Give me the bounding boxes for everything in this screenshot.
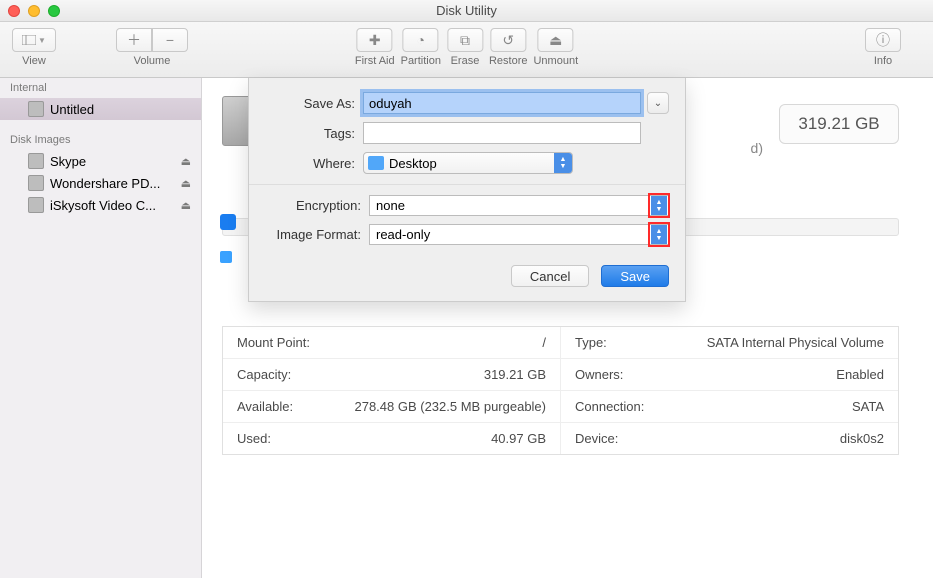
saveas-label: Save As: bbox=[265, 96, 355, 111]
info-row: Mount Point:/ bbox=[223, 327, 560, 359]
restore-icon: ↺ bbox=[502, 32, 514, 49]
save-button[interactable]: Save bbox=[601, 265, 669, 287]
plus-icon: ＋ bbox=[127, 30, 141, 50]
where-label: Where: bbox=[265, 156, 355, 171]
firstaid-button[interactable]: ✚ bbox=[357, 28, 393, 52]
window-title: Disk Utility bbox=[0, 3, 933, 18]
unmount-label: Unmount bbox=[533, 55, 578, 67]
eject-icon[interactable]: ⏏ bbox=[181, 199, 191, 212]
eject-icon[interactable]: ⏏ bbox=[181, 177, 191, 190]
sidebar-item-skype[interactable]: Skype ⏏ bbox=[0, 150, 201, 172]
info-label: Info bbox=[874, 55, 892, 67]
sidebar: Internal Untitled Disk Images Skype ⏏ Wo… bbox=[0, 78, 202, 578]
volume-add-button[interactable]: ＋ bbox=[116, 28, 152, 52]
subtitle-fragment: d) bbox=[751, 140, 763, 156]
firstaid-label: First Aid bbox=[355, 55, 395, 67]
view-label: View bbox=[22, 55, 46, 67]
sidebar-item-untitled[interactable]: Untitled bbox=[0, 98, 201, 120]
where-value: Desktop bbox=[389, 156, 437, 171]
pie-icon: ◔ bbox=[417, 32, 425, 48]
erase-icon: ⧉ bbox=[460, 32, 470, 49]
updown-icon: ▲▼ bbox=[554, 153, 572, 173]
capacity-pill: 319.21 GB bbox=[779, 104, 899, 144]
updown-icon: ▲▼ bbox=[651, 196, 667, 215]
folder-icon bbox=[368, 156, 384, 170]
eject-icon[interactable]: ⏏ bbox=[181, 155, 191, 168]
info-row: Available:278.48 GB (232.5 MB purgeable) bbox=[223, 391, 560, 423]
tags-input[interactable] bbox=[363, 122, 641, 144]
dmg-icon bbox=[28, 153, 44, 169]
info-row: Owners:Enabled bbox=[561, 359, 898, 391]
info-row: Connection:SATA bbox=[561, 391, 898, 423]
format-value: read-only bbox=[376, 227, 430, 242]
info-row: Used:40.97 GB bbox=[223, 423, 560, 454]
stethoscope-icon: ✚ bbox=[369, 32, 381, 49]
dmg-icon bbox=[28, 175, 44, 191]
sidebar-item-iskysoft[interactable]: iSkysoft Video C... ⏏ bbox=[0, 194, 201, 216]
erase-button[interactable]: ⧉ bbox=[447, 28, 483, 52]
partition-label: Partition bbox=[401, 55, 441, 67]
legend-swatch-1 bbox=[220, 214, 236, 230]
sidebar-item-label: Untitled bbox=[50, 102, 94, 117]
info-row: Capacity:319.21 GB bbox=[223, 359, 560, 391]
sidebar-header-diskimages: Disk Images bbox=[0, 130, 201, 150]
format-label: Image Format: bbox=[265, 227, 361, 242]
encryption-label: Encryption: bbox=[265, 198, 361, 213]
view-button[interactable]: ▼ bbox=[12, 28, 56, 52]
info-row: Device:disk0s2 bbox=[561, 423, 898, 454]
info-icon: ⓘ bbox=[876, 30, 890, 50]
toolbar: ▼ View ＋ − Volume ✚ First Aid ◔ Partitio… bbox=[0, 22, 933, 78]
sidebar-item-label: Wondershare PD... bbox=[50, 176, 160, 191]
sidebar-item-wondershare[interactable]: Wondershare PD... ⏏ bbox=[0, 172, 201, 194]
info-button[interactable]: ⓘ bbox=[865, 28, 901, 52]
save-sheet: Save As: ⌄ Tags: Where: Desktop ▲▼ Encry… bbox=[248, 78, 686, 302]
restore-button[interactable]: ↺ bbox=[490, 28, 526, 52]
sidebar-icon bbox=[22, 35, 36, 45]
volume-remove-button[interactable]: − bbox=[152, 28, 188, 52]
erase-label: Erase bbox=[451, 55, 480, 67]
format-select[interactable]: read-only ▲▼ bbox=[369, 224, 669, 245]
updown-icon: ▲▼ bbox=[651, 225, 667, 244]
disk-icon bbox=[28, 101, 44, 117]
titlebar: Disk Utility bbox=[0, 0, 933, 22]
sidebar-header-internal: Internal bbox=[0, 78, 201, 98]
chevron-down-icon: ⌄ bbox=[654, 98, 662, 109]
restore-label: Restore bbox=[489, 55, 528, 67]
info-table: Mount Point:/ Capacity:319.21 GB Availab… bbox=[222, 326, 899, 455]
dmg-icon bbox=[28, 197, 44, 213]
partition-button[interactable]: ◔ bbox=[403, 28, 439, 52]
sidebar-item-label: iSkysoft Video C... bbox=[50, 198, 156, 213]
volume-label: Volume bbox=[134, 55, 171, 67]
cancel-button[interactable]: Cancel bbox=[511, 265, 589, 287]
unmount-button[interactable]: ⏏ bbox=[538, 28, 574, 52]
capacity-value: 319.21 GB bbox=[798, 114, 879, 134]
saveas-input[interactable] bbox=[363, 92, 641, 114]
tags-label: Tags: bbox=[265, 126, 355, 141]
encryption-value: none bbox=[376, 198, 405, 213]
eject-icon: ⏏ bbox=[549, 32, 562, 49]
expand-button[interactable]: ⌄ bbox=[647, 92, 669, 114]
legend-swatch-2 bbox=[220, 251, 232, 263]
minus-icon: − bbox=[166, 32, 174, 48]
encryption-select[interactable]: none ▲▼ bbox=[369, 195, 669, 216]
sidebar-item-label: Skype bbox=[50, 154, 86, 169]
info-row: Type:SATA Internal Physical Volume bbox=[561, 327, 898, 359]
where-select[interactable]: Desktop ▲▼ bbox=[363, 152, 573, 174]
chevron-down-icon: ▼ bbox=[38, 36, 46, 45]
